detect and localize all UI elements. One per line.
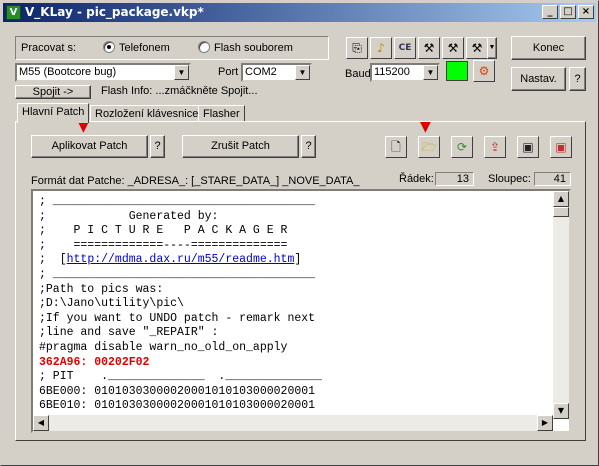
editor-line: ; P I C T U R E P A C K A G E R: [39, 224, 288, 238]
status-indicator: [446, 61, 468, 81]
open-marker-icon: ▼: [420, 119, 431, 135]
editor-line: ;Path to pics was:: [39, 282, 164, 296]
editor-line: ; [http://mdma.dax.ru/m55/readme.htm]: [39, 253, 302, 267]
editor-line: ; Generated by:: [39, 209, 219, 223]
title-bar[interactable]: V V_KLay - pic_package.vkp* _ □ ×: [3, 3, 596, 22]
flash-info: Flash Info: ...zmáčkněte Spojit...: [101, 85, 258, 97]
undo-help-button[interactable]: ?: [301, 135, 316, 158]
tools1-icon[interactable]: ⚒: [418, 37, 440, 59]
phone-copy-icon[interactable]: ⎘: [346, 37, 368, 59]
help-button[interactable]: ?: [569, 67, 586, 91]
chevron-down-icon[interactable]: ▼: [423, 65, 438, 80]
chevron-down-icon[interactable]: ▼: [295, 65, 310, 80]
baud-value: 115200: [374, 66, 410, 78]
scroll-up-icon[interactable]: ▲: [553, 191, 569, 207]
horizontal-scrollbar[interactable]: ◀ ▶: [33, 415, 553, 431]
editor-line: ; =============----==============: [39, 238, 288, 252]
radio-phone-label[interactable]: Telefonem: [119, 42, 170, 54]
patch-editor[interactable]: ; ______________________________________…: [31, 189, 571, 433]
scroll-right-icon[interactable]: ▶: [537, 415, 553, 431]
radio-file-label[interactable]: Flash souborem: [214, 42, 293, 54]
maximize-button[interactable]: □: [560, 5, 576, 19]
phone-model-select[interactable]: M55 (Bootcore bug) ▼: [15, 63, 191, 82]
tools2-icon[interactable]: ⚒: [442, 37, 464, 59]
radio-file[interactable]: [198, 41, 210, 53]
mode-label: Pracovat s:: [21, 42, 77, 54]
port-select[interactable]: COM2 ▼: [241, 63, 312, 82]
nastav-button[interactable]: Nastav.: [511, 67, 566, 91]
stop-icon[interactable]: ⚙: [473, 60, 495, 82]
window-title: V_KLay - pic_package.vkp*: [25, 5, 204, 19]
editor-line: 6BE000: 01010303000020001010103000020001: [39, 384, 316, 398]
new-file-icon[interactable]: 🗋: [385, 136, 407, 158]
phone-model-value: M55 (Bootcore bug): [19, 66, 117, 78]
minimize-button[interactable]: _: [542, 5, 558, 19]
editor-text[interactable]: ; ______________________________________…: [39, 195, 322, 429]
window-controls: _ □ ×: [540, 5, 594, 19]
ce-icon[interactable]: CE: [394, 37, 416, 59]
close-button[interactable]: ×: [578, 5, 594, 19]
save-icon[interactable]: ▣: [517, 136, 539, 158]
scroll-thumb[interactable]: [553, 207, 569, 217]
baud-select[interactable]: 115200 ▼: [370, 63, 440, 82]
main-window: V V_KLay - pic_package.vkp* _ □ × Pracov…: [0, 0, 599, 466]
apply-patch-button[interactable]: Aplikovat Patch: [31, 135, 148, 158]
editor-line: ; ______________________________________: [39, 195, 316, 208]
app-icon: V: [6, 5, 21, 20]
baud-label: Baud: [345, 68, 371, 80]
konec-button[interactable]: Konec: [511, 36, 586, 60]
row-field: 13: [435, 172, 474, 186]
scroll-down-icon[interactable]: ▼: [553, 403, 569, 419]
undo-patch-button[interactable]: Zrušit Patch: [182, 135, 299, 158]
port-value: COM2: [245, 66, 277, 78]
editor-line: #pragma disable warn_no_old_on_apply: [39, 340, 288, 354]
editor-line: ; PIT .______________ .______________: [39, 370, 322, 384]
connect-button[interactable]: Spojit ->: [15, 85, 91, 99]
bell-icon[interactable]: ♪: [370, 37, 392, 59]
save-exit-icon[interactable]: ▣: [550, 136, 572, 158]
readme-link[interactable]: http://mdma.dax.ru/m55/readme.htm: [67, 253, 295, 266]
radio-phone[interactable]: [103, 41, 115, 53]
extract-icon[interactable]: ⇪: [484, 136, 506, 158]
row-label: Řádek:: [399, 173, 434, 185]
apply-help-button[interactable]: ?: [150, 135, 165, 158]
editor-line: ; ______________________________________: [39, 267, 316, 281]
editor-line: ;D:\Jano\utility\pic\: [39, 297, 184, 311]
scroll-left-icon[interactable]: ◀: [33, 415, 49, 431]
editor-line: ;If you want to UNDO patch - remark next: [39, 311, 316, 325]
tab-flasher[interactable]: Flasher: [198, 105, 245, 122]
tab-rozlozeni[interactable]: Rozložení klávesnice: [90, 105, 204, 122]
col-field: 41: [534, 172, 571, 186]
tab-hlavni-patch[interactable]: Hlavní Patch: [17, 103, 90, 123]
editor-line: 6BE010: 01010303000020001010103000020001: [39, 399, 316, 413]
col-label: Sloupec:: [488, 173, 531, 185]
editor-line: ;line and save "_REPAIR" :: [39, 326, 219, 340]
open-folder-icon[interactable]: 🗁: [418, 136, 440, 158]
vertical-scrollbar[interactable]: ▲ ▼: [553, 191, 569, 419]
tools-dropdown[interactable]: ▼: [487, 37, 497, 59]
chevron-down-icon[interactable]: ▼: [174, 65, 189, 80]
tools3-icon[interactable]: ⚒: [466, 37, 488, 59]
format-text: Formát dat Patche: _ADRESA_: [_STARE_DAT…: [31, 175, 360, 187]
editor-line: 362A96: 00202F02: [39, 355, 150, 369]
refresh-folder-icon[interactable]: ⟳: [451, 136, 473, 158]
port-label: Port: [218, 66, 239, 78]
